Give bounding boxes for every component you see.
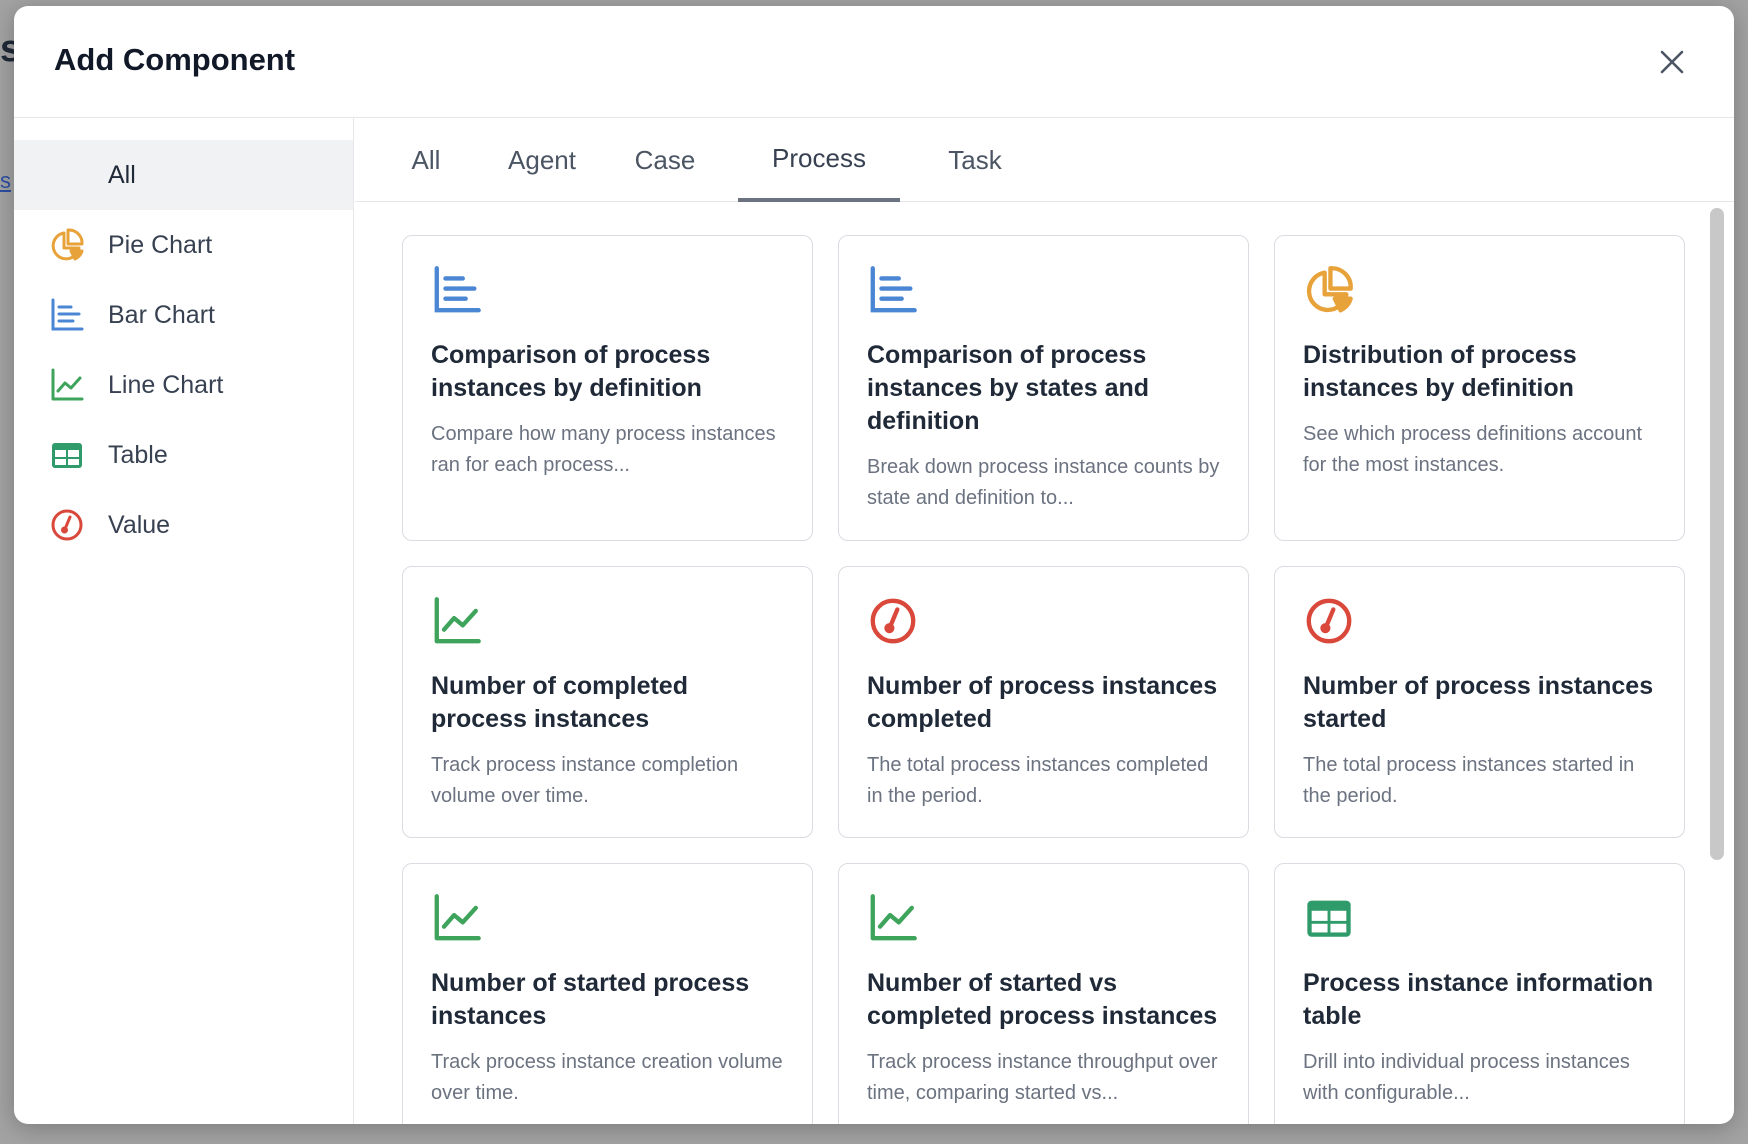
tab-case[interactable]: Case bbox=[615, 118, 715, 202]
component-type-sidebar: All Pie Chart Bar Chart Line Chart Table… bbox=[14, 118, 354, 1124]
sidebar-item-label: Value bbox=[108, 510, 171, 539]
scrollbar-thumb[interactable] bbox=[1710, 208, 1724, 860]
card-title: Number of process instances started bbox=[1303, 672, 1654, 733]
card-title: Number of completed process instances bbox=[431, 672, 688, 733]
table-icon bbox=[1307, 900, 1351, 937]
component-card-grid: Comparison of process instances by defin… bbox=[355, 203, 1734, 1124]
component-browser: All Agent Case Process Task Comparison o… bbox=[355, 118, 1734, 1124]
card-title: Comparison of process instances by state… bbox=[867, 341, 1150, 435]
card-description: Track process instance throughput over t… bbox=[867, 1051, 1218, 1104]
sidebar-item-pie-chart[interactable]: Pie Chart bbox=[14, 210, 353, 280]
card-title: Process instance information table bbox=[1303, 969, 1654, 1030]
pie-chart-icon bbox=[48, 226, 86, 264]
gauge-icon bbox=[1306, 598, 1352, 644]
component-card[interactable]: Number of started process instances Trac… bbox=[402, 863, 813, 1124]
gauge-icon bbox=[48, 506, 86, 544]
card-description: See which process definitions account fo… bbox=[1303, 423, 1643, 476]
dialog-title: Add Component bbox=[54, 42, 296, 77]
sidebar-item-label: All bbox=[108, 160, 136, 189]
card-title: Number of started process instances bbox=[431, 969, 750, 1030]
card-title: Number of process instances completed bbox=[867, 672, 1218, 733]
line-chart-icon bbox=[434, 894, 481, 941]
sidebar-item-bar-chart[interactable]: Bar Chart bbox=[14, 280, 353, 350]
component-card[interactable]: Comparison of process instances by defin… bbox=[402, 235, 813, 541]
sidebar-item-label: Table bbox=[108, 440, 168, 469]
card-title: Distribution of process instances by def… bbox=[1303, 341, 1577, 402]
add-component-dialog: Add Component All Pie Chart Bar Chart Li… bbox=[14, 6, 1734, 1124]
card-description: The total process instances started in t… bbox=[1303, 754, 1635, 807]
dialog-header: Add Component bbox=[14, 6, 1734, 118]
component-card[interactable]: Process instance information table Drill… bbox=[1274, 863, 1685, 1124]
sidebar-item-line-chart[interactable]: Line Chart bbox=[14, 350, 353, 420]
line-chart-icon bbox=[434, 597, 481, 644]
background-link-fragment: s bbox=[0, 168, 11, 193]
component-card[interactable]: Number of started vs completed process i… bbox=[838, 863, 1249, 1124]
close-button[interactable] bbox=[1654, 44, 1690, 80]
bar-chart-icon bbox=[870, 266, 917, 313]
card-description: Break down process instance counts by st… bbox=[867, 456, 1220, 509]
line-chart-icon bbox=[870, 894, 917, 941]
category-tabs: All Agent Case Process Task bbox=[355, 118, 1734, 202]
gauge-icon bbox=[870, 598, 916, 644]
sidebar-item-label: Pie Chart bbox=[108, 230, 213, 259]
component-card[interactable]: Number of completed process instances Tr… bbox=[402, 566, 813, 838]
card-title: Number of started vs completed process i… bbox=[867, 969, 1218, 1030]
component-card[interactable]: Distribution of process instances by def… bbox=[1274, 235, 1685, 541]
card-description: Track process instance completion volume… bbox=[431, 754, 739, 807]
card-description: Track process instance creation volume o… bbox=[431, 1051, 783, 1104]
card-description: Drill into individual process instances … bbox=[1303, 1051, 1630, 1104]
card-description: The total process instances completed in… bbox=[867, 754, 1209, 807]
sidebar-item-value[interactable]: Value bbox=[14, 490, 353, 560]
sidebar-item-label: Line Chart bbox=[108, 370, 224, 399]
component-card[interactable]: Comparison of process instances by state… bbox=[838, 235, 1249, 541]
sidebar-item-table[interactable]: Table bbox=[14, 420, 353, 490]
component-card[interactable]: Number of process instances completed Th… bbox=[838, 566, 1249, 838]
card-description: Compare how many process instances ran f… bbox=[431, 423, 776, 476]
bar-chart-icon bbox=[48, 296, 86, 334]
close-icon bbox=[1660, 50, 1684, 74]
tab-agent[interactable]: Agent bbox=[487, 118, 597, 202]
bar-chart-icon bbox=[434, 266, 481, 313]
card-grid-scrollbar[interactable] bbox=[1706, 208, 1728, 1118]
sidebar-item-label: Bar Chart bbox=[108, 300, 215, 329]
sidebar-item-all[interactable]: All bbox=[14, 140, 353, 210]
tab-process[interactable]: Process bbox=[738, 118, 900, 202]
component-card[interactable]: Number of process instances started The … bbox=[1274, 566, 1685, 838]
tab-all[interactable]: All bbox=[383, 118, 469, 202]
tab-task[interactable]: Task bbox=[920, 118, 1030, 202]
card-title: Comparison of process instances by defin… bbox=[431, 341, 711, 402]
pie-chart-icon bbox=[1306, 266, 1353, 313]
table-icon bbox=[48, 436, 86, 474]
line-chart-icon bbox=[48, 366, 86, 404]
